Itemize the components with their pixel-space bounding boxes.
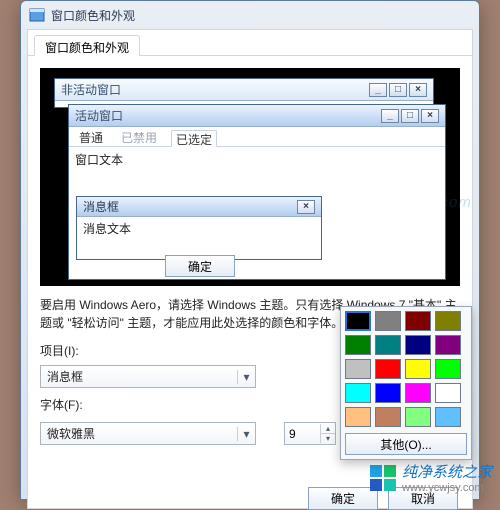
brand-name: 纯净系统之家: [402, 464, 492, 481]
item-combobox[interactable]: 消息框 ▾: [40, 365, 256, 388]
preview-body-text: 窗口文本: [69, 147, 445, 172]
tab-window-color[interactable]: 窗口颜色和外观: [34, 35, 140, 56]
palette-swatch[interactable]: [405, 359, 431, 379]
close-icon: ×: [409, 83, 427, 97]
palette-swatch[interactable]: [435, 335, 461, 355]
window-icon: [29, 7, 45, 23]
item-value: 消息框: [41, 368, 237, 385]
item-label: 项目(I):: [40, 342, 100, 359]
tab-bar: 窗口颜色和外观: [28, 30, 472, 56]
chevron-down-icon: ▾: [237, 370, 255, 384]
color-palette-popup[interactable]: 其他(O)...: [340, 306, 472, 460]
palette-swatch[interactable]: [405, 407, 431, 427]
msgbox-title: 消息框: [83, 198, 119, 215]
preview-message-box[interactable]: 消息框 × 消息文本 确定: [76, 196, 322, 260]
other-colors-button[interactable]: 其他(O)...: [345, 433, 467, 455]
tab-normal[interactable]: 普通: [75, 129, 107, 146]
chevron-down-icon[interactable]: ▾: [321, 434, 335, 443]
palette-swatch[interactable]: [375, 311, 401, 331]
preview-area: 非活动窗口 _ □ × 活动窗口 _ □ ×: [40, 68, 460, 286]
maximize-icon: □: [401, 109, 419, 123]
maximize-icon: □: [389, 83, 407, 97]
palette-swatch[interactable]: [345, 311, 371, 331]
msgbox-ok-button[interactable]: 确定: [165, 255, 235, 277]
font-label: 字体(F):: [40, 396, 100, 413]
palette-swatch[interactable]: [435, 359, 461, 379]
msgbox-body: 消息文本: [77, 217, 321, 240]
inactive-window-title: 非活动窗口: [61, 81, 121, 98]
palette-swatch[interactable]: [405, 335, 431, 355]
font-size-stepper[interactable]: 9 ▴▾: [284, 422, 336, 445]
tab-disabled: 已禁用: [117, 129, 161, 146]
palette-swatch[interactable]: [435, 311, 461, 331]
palette-swatch[interactable]: [405, 311, 431, 331]
font-combobox[interactable]: 微软雅黑 ▾: [40, 422, 256, 445]
ok-button[interactable]: 确定: [308, 487, 378, 510]
chevron-up-icon[interactable]: ▴: [321, 424, 335, 434]
close-icon: ×: [421, 109, 439, 123]
palette-swatch[interactable]: [435, 383, 461, 403]
palette-swatch[interactable]: [375, 359, 401, 379]
dialog-window: 窗口颜色和外观 窗口颜色和外观 非活动窗口 _ □ ×: [20, 0, 480, 500]
palette-swatch[interactable]: [375, 383, 401, 403]
font-value: 微软雅黑: [41, 425, 237, 442]
minimize-icon: _: [381, 109, 399, 123]
palette-swatch[interactable]: [405, 383, 431, 403]
palette-swatch[interactable]: [435, 407, 461, 427]
palette-swatch[interactable]: [345, 407, 371, 427]
minimize-icon: _: [369, 83, 387, 97]
titlebar[interactable]: 窗口颜色和外观: [21, 1, 479, 29]
font-size-value: 9: [285, 427, 320, 441]
brand-footer: 纯净系统之家 www.ycwjsy.com: [370, 461, 492, 494]
chevron-down-icon: ▾: [237, 427, 255, 441]
palette-swatch[interactable]: [345, 359, 371, 379]
active-window-title: 活动窗口: [75, 107, 123, 124]
preview-tabs: 普通 已禁用 已选定: [69, 127, 445, 147]
palette-swatch[interactable]: [345, 335, 371, 355]
palette-swatch[interactable]: [345, 383, 371, 403]
tab-selected[interactable]: 已选定: [171, 130, 217, 147]
window-title: 窗口颜色和外观: [51, 7, 135, 24]
logo-icon: [370, 465, 396, 491]
close-icon: ×: [297, 200, 315, 214]
palette-swatch[interactable]: [375, 407, 401, 427]
brand-url: www.ycwjsy.com: [402, 482, 492, 494]
palette-swatch[interactable]: [375, 335, 401, 355]
